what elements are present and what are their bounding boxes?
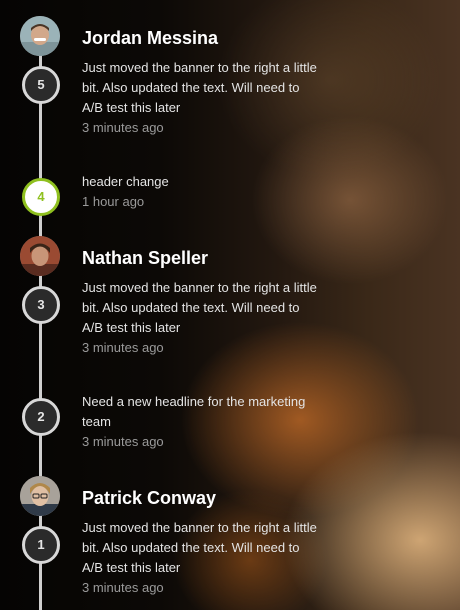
author-name[interactable]: Patrick Conway bbox=[82, 486, 322, 510]
timeline-entry-4: header change 1 hour ago bbox=[82, 172, 322, 212]
commit-node-1[interactable]: 1 bbox=[22, 526, 60, 564]
timeline-entry-2: Need a new headline for the marketing te… bbox=[82, 392, 322, 452]
commit-node-3[interactable]: 3 bbox=[22, 286, 60, 324]
avatar-nathan-speller[interactable] bbox=[20, 236, 60, 276]
author-name[interactable]: Jordan Messina bbox=[82, 26, 322, 50]
avatar-patrick-conway[interactable] bbox=[20, 476, 60, 516]
commit-number: 4 bbox=[37, 189, 45, 204]
commit-time: 3 minutes ago bbox=[82, 434, 164, 449]
commit-message: header change bbox=[82, 174, 169, 189]
commit-message: Just moved the banner to the right a lit… bbox=[82, 520, 317, 575]
commit-node-4[interactable]: 4 bbox=[22, 178, 60, 216]
avatar-jordan-messina[interactable] bbox=[20, 16, 60, 56]
commit-time: 3 minutes ago bbox=[82, 580, 164, 595]
timeline-entry-1: Patrick Conway Just moved the banner to … bbox=[82, 486, 322, 598]
commit-number: 2 bbox=[37, 409, 45, 424]
timeline-entry-3: Nathan Speller Just moved the banner to … bbox=[82, 246, 322, 358]
commit-message: Need a new headline for the marketing te… bbox=[82, 394, 306, 429]
commit-number: 3 bbox=[37, 297, 45, 312]
commit-message: Just moved the banner to the right a lit… bbox=[82, 60, 317, 115]
commit-node-5[interactable]: 5 bbox=[22, 66, 60, 104]
commit-time: 3 minutes ago bbox=[82, 340, 164, 355]
commit-message: Just moved the banner to the right a lit… bbox=[82, 280, 317, 335]
commit-time: 1 hour ago bbox=[82, 194, 145, 209]
author-name[interactable]: Nathan Speller bbox=[82, 246, 322, 270]
commit-number: 1 bbox=[37, 537, 45, 552]
commit-number: 5 bbox=[37, 77, 45, 92]
timeline-entry-5: Jordan Messina Just moved the banner to … bbox=[82, 26, 322, 138]
commit-time: 3 minutes ago bbox=[82, 120, 164, 135]
commit-node-2[interactable]: 2 bbox=[22, 398, 60, 436]
